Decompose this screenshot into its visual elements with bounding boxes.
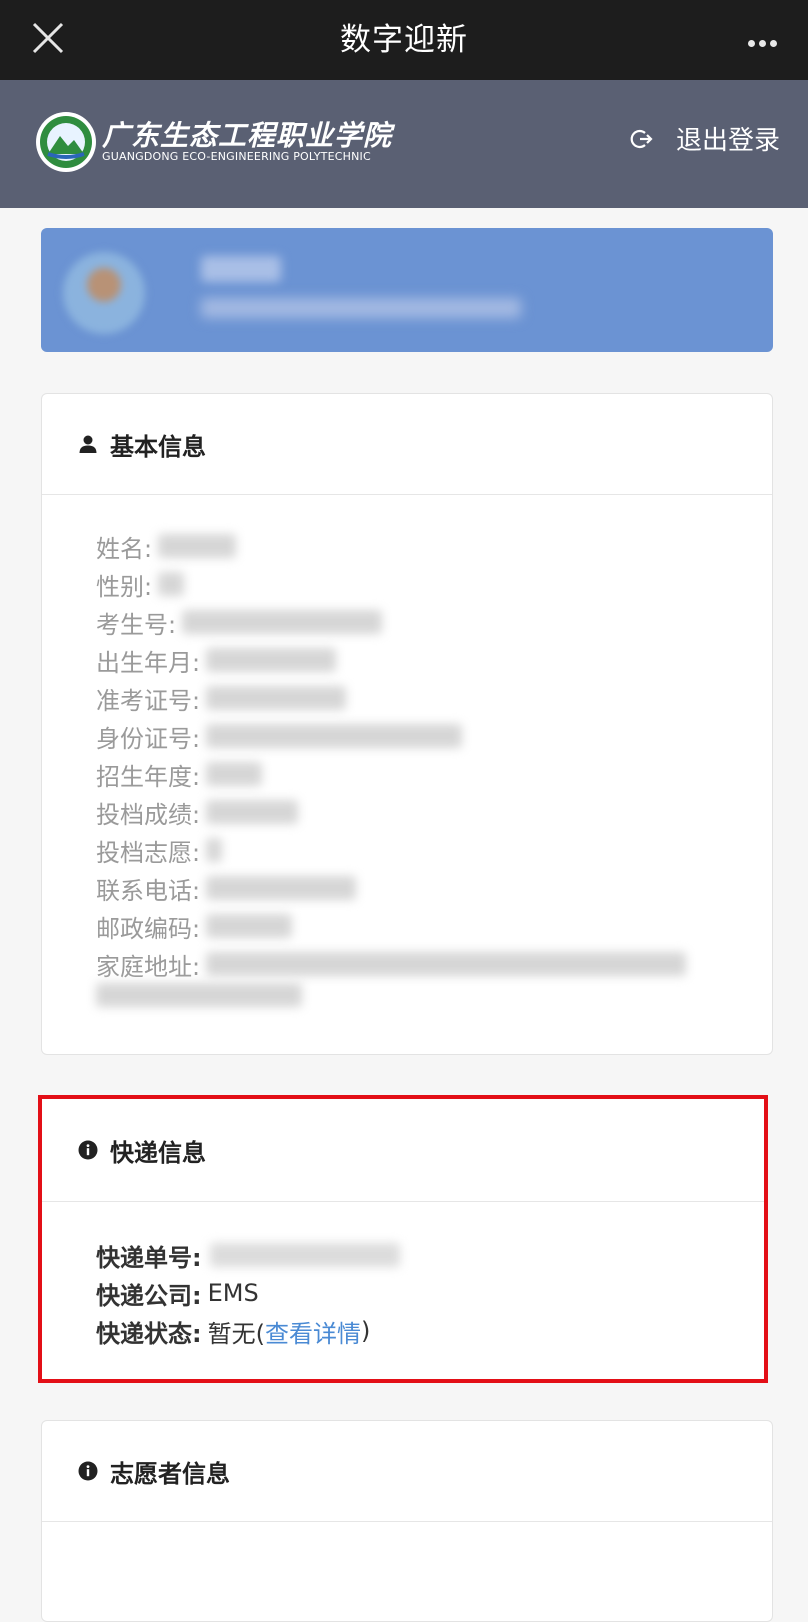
- field-row: 出生年月:: [96, 641, 772, 679]
- express-info-title: 快递信息: [110, 1138, 206, 1167]
- field-label: 联系电话:: [96, 876, 201, 905]
- basic-info-card: 基本信息 姓名: 性别: 考生号: 出生年月: 准考证号: 身份证号: 招生年度…: [41, 393, 773, 1055]
- info-icon: [78, 1461, 98, 1481]
- express-company-value: EMS: [207, 1279, 259, 1307]
- field-row: 准考证号:: [96, 679, 772, 717]
- page-title: 数字迎新: [340, 22, 468, 58]
- basic-info-title: 基本信息: [110, 432, 206, 461]
- profile-name-redacted: [201, 256, 281, 282]
- school-name-en: GUANGDONG ECO-ENGINEERING POLYTECHNIC: [102, 150, 371, 163]
- field-value-redacted: [158, 534, 237, 558]
- field-row: 性别:: [96, 565, 772, 603]
- express-info-card: 快递信息 快递单号: 快递公司: EMS 快递状态: 暂无( 查看详情 ): [38, 1095, 768, 1383]
- field-label: 准考证号:: [96, 686, 201, 715]
- tracking-number-label: 快递单号:: [96, 1243, 202, 1272]
- profile-subtitle-redacted: [201, 298, 521, 318]
- field-value-redacted: [206, 648, 337, 672]
- school-header: 广东生态工程职业学院 GUANGDONG ECO-ENGINEERING POL…: [0, 80, 808, 208]
- field-label: 身份证号:: [96, 724, 201, 753]
- volunteer-info-card: 志愿者信息: [41, 1420, 773, 1622]
- field-value-redacted: [206, 914, 293, 938]
- field-label: 邮政编码:: [96, 914, 201, 943]
- field-value-redacted: [206, 838, 223, 862]
- school-name-cn: 广东生态工程职业学院: [102, 119, 393, 152]
- field-value-redacted: [206, 762, 263, 786]
- field-label: 招生年度:: [96, 762, 201, 791]
- volunteer-info-title: 志愿者信息: [110, 1459, 230, 1488]
- field-label: 姓名:: [96, 534, 153, 563]
- field-row-continued: [96, 983, 772, 1021]
- express-status-row: 快递状态: 暂无( 查看详情 ): [96, 1312, 764, 1350]
- avatar: [63, 252, 145, 334]
- field-row: 投档成绩:: [96, 793, 772, 831]
- field-row: 家庭地址:: [96, 945, 772, 983]
- field-row: 邮政编码:: [96, 907, 772, 945]
- field-value-redacted: [96, 983, 302, 1007]
- express-status-value: 暂无(: [207, 1319, 265, 1348]
- logout-icon: [630, 129, 653, 148]
- wechat-topbar: 数字迎新: [0, 0, 808, 80]
- field-value-redacted: [206, 724, 463, 748]
- field-row: 考生号:: [96, 603, 772, 641]
- field-row: 姓名:: [96, 527, 772, 565]
- logout-button[interactable]: 退出登录: [630, 120, 780, 157]
- field-row: 身份证号:: [96, 717, 772, 755]
- tracking-number-row: 快递单号:: [96, 1236, 764, 1274]
- logout-label: 退出登录: [675, 126, 780, 156]
- school-logo-icon: [34, 110, 98, 174]
- field-value-redacted: [158, 572, 185, 596]
- field-row: 投档志愿:: [96, 831, 772, 869]
- express-company-row: 快递公司: EMS: [96, 1274, 764, 1312]
- field-label: 考生号:: [96, 610, 177, 639]
- basic-info-header: 基本信息: [42, 394, 772, 495]
- more-options-icon[interactable]: [748, 32, 784, 47]
- user-icon: [79, 435, 97, 453]
- profile-card: [41, 228, 773, 352]
- tracking-number-redacted: [209, 1243, 400, 1267]
- field-value-redacted: [206, 876, 357, 900]
- field-value-redacted: [206, 952, 687, 976]
- express-info-header: 快递信息: [42, 1099, 764, 1202]
- field-row: 联系电话:: [96, 869, 772, 907]
- volunteer-info-header: 志愿者信息: [42, 1421, 772, 1522]
- field-value-redacted: [182, 610, 383, 634]
- express-company-label: 快递公司:: [96, 1281, 202, 1310]
- info-icon: [78, 1140, 98, 1160]
- field-label: 投档成绩:: [96, 800, 201, 829]
- field-label: 性别:: [96, 572, 153, 601]
- express-status-label: 快递状态:: [96, 1319, 202, 1348]
- field-value-redacted: [206, 800, 299, 824]
- view-details-link[interactable]: 查看详情: [265, 1314, 361, 1349]
- field-value-redacted: [206, 686, 347, 710]
- field-label: 家庭地址:: [96, 952, 201, 981]
- field-label: 出生年月:: [96, 648, 201, 677]
- field-label: 投档志愿:: [96, 838, 201, 867]
- express-status-close: ): [360, 1317, 371, 1345]
- field-row: 招生年度:: [96, 755, 772, 793]
